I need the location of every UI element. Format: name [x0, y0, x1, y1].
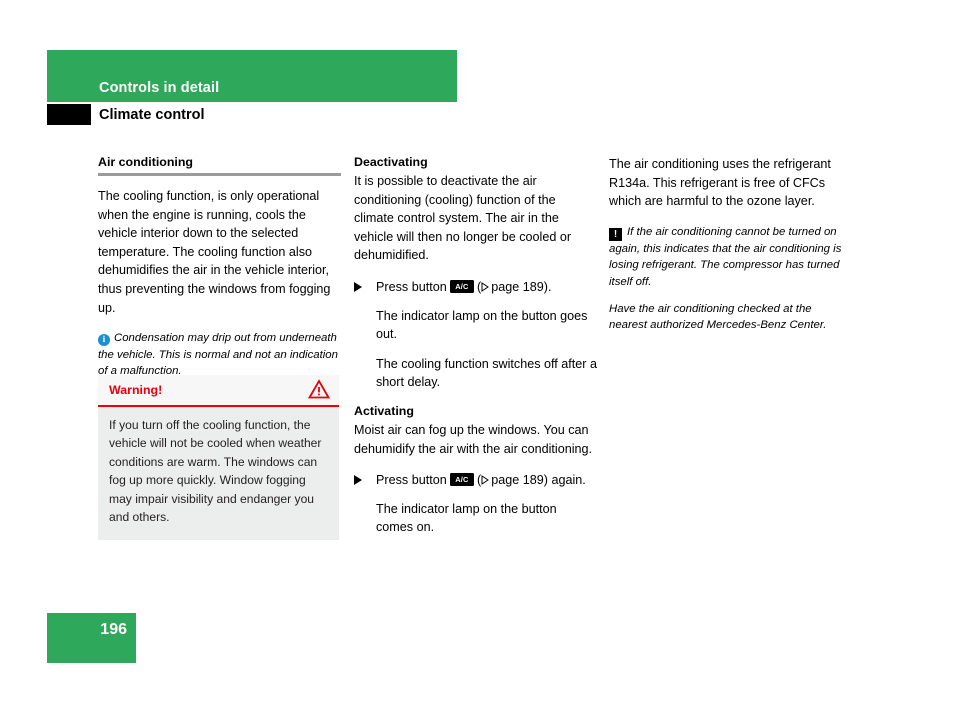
warning-title: Warning!	[109, 383, 163, 397]
activating-heading: Activating	[354, 403, 414, 418]
ac-button-icon[interactable]: A/C	[450, 473, 474, 487]
right-paragraph: The air conditioning uses the refrigeran…	[609, 157, 831, 209]
activating-step-prefix: Press button	[376, 473, 447, 488]
content-column-middle: Deactivating It is possible to deactivat…	[354, 155, 597, 548]
info-icon: i	[98, 334, 110, 347]
warning-header: Warning!	[98, 375, 339, 407]
deactivating-page-ref[interactable]: page 189	[491, 280, 544, 294]
activating-step-end: ) again.	[543, 473, 586, 488]
bullet-triangle-icon	[354, 281, 362, 292]
page-number-box: 196	[47, 613, 136, 663]
section-title: Climate control	[99, 107, 205, 123]
left-note-text: Condensation may drip out from underneat…	[98, 332, 338, 377]
activating-page-ref[interactable]: page 189	[491, 473, 544, 487]
page-number: 196	[100, 621, 127, 638]
activating-paragraph: Moist air can fog up the windows. You ca…	[354, 422, 593, 456]
deactivating-result-1: The indicator lamp on the button goes ou…	[376, 308, 588, 342]
deactivating-step-prefix: Press button	[376, 279, 447, 294]
deactivating-heading: Deactivating	[354, 155, 428, 169]
deactivating-paragraph: It is possible to deactivate the air con…	[354, 174, 572, 263]
page-reference-icon	[481, 282, 490, 292]
activating-step: Press button A/C (page 189) again.	[354, 471, 597, 490]
right-followup-text: Have the air conditioning checked at the…	[609, 303, 827, 332]
warning-box: Warning! If you turn off the cooling fun…	[98, 375, 339, 541]
left-paragraph: The cooling function, is only operationa…	[98, 189, 331, 315]
chapter-header-band: Controls in detail	[47, 50, 457, 102]
deactivating-step: Press button A/C (page 189).	[354, 278, 597, 297]
warning-body-text: If you turn off the cooling function, th…	[109, 418, 322, 525]
section-marker-block	[47, 104, 91, 125]
deactivating-step-end: ).	[543, 279, 552, 294]
content-column-right: The air conditioning uses the refrigeran…	[609, 155, 852, 345]
chapter-title: Controls in detail	[99, 80, 220, 96]
left-note-block: i Condensation may drip out from undernea…	[98, 330, 341, 379]
bullet-triangle-icon	[354, 475, 362, 486]
caution-exclamation-icon: !	[609, 227, 622, 241]
left-heading: Air conditioning	[98, 155, 193, 169]
content-column-left: Air conditioning The cooling function, i…	[98, 155, 341, 390]
right-caution-text: If the air conditioning cannot be turned…	[609, 225, 842, 288]
heading-underline-rule	[98, 173, 341, 176]
deactivating-result-2: The cooling function switches off after …	[376, 356, 597, 390]
page-reference-icon	[481, 475, 490, 486]
activating-result-1: The indicator lamp on the button comes o…	[376, 501, 557, 535]
warning-triangle-icon	[307, 379, 331, 404]
right-caution-block: ! If the air conditioning cannot be turne…	[609, 224, 852, 290]
ac-button-icon[interactable]: A/C	[450, 279, 474, 293]
